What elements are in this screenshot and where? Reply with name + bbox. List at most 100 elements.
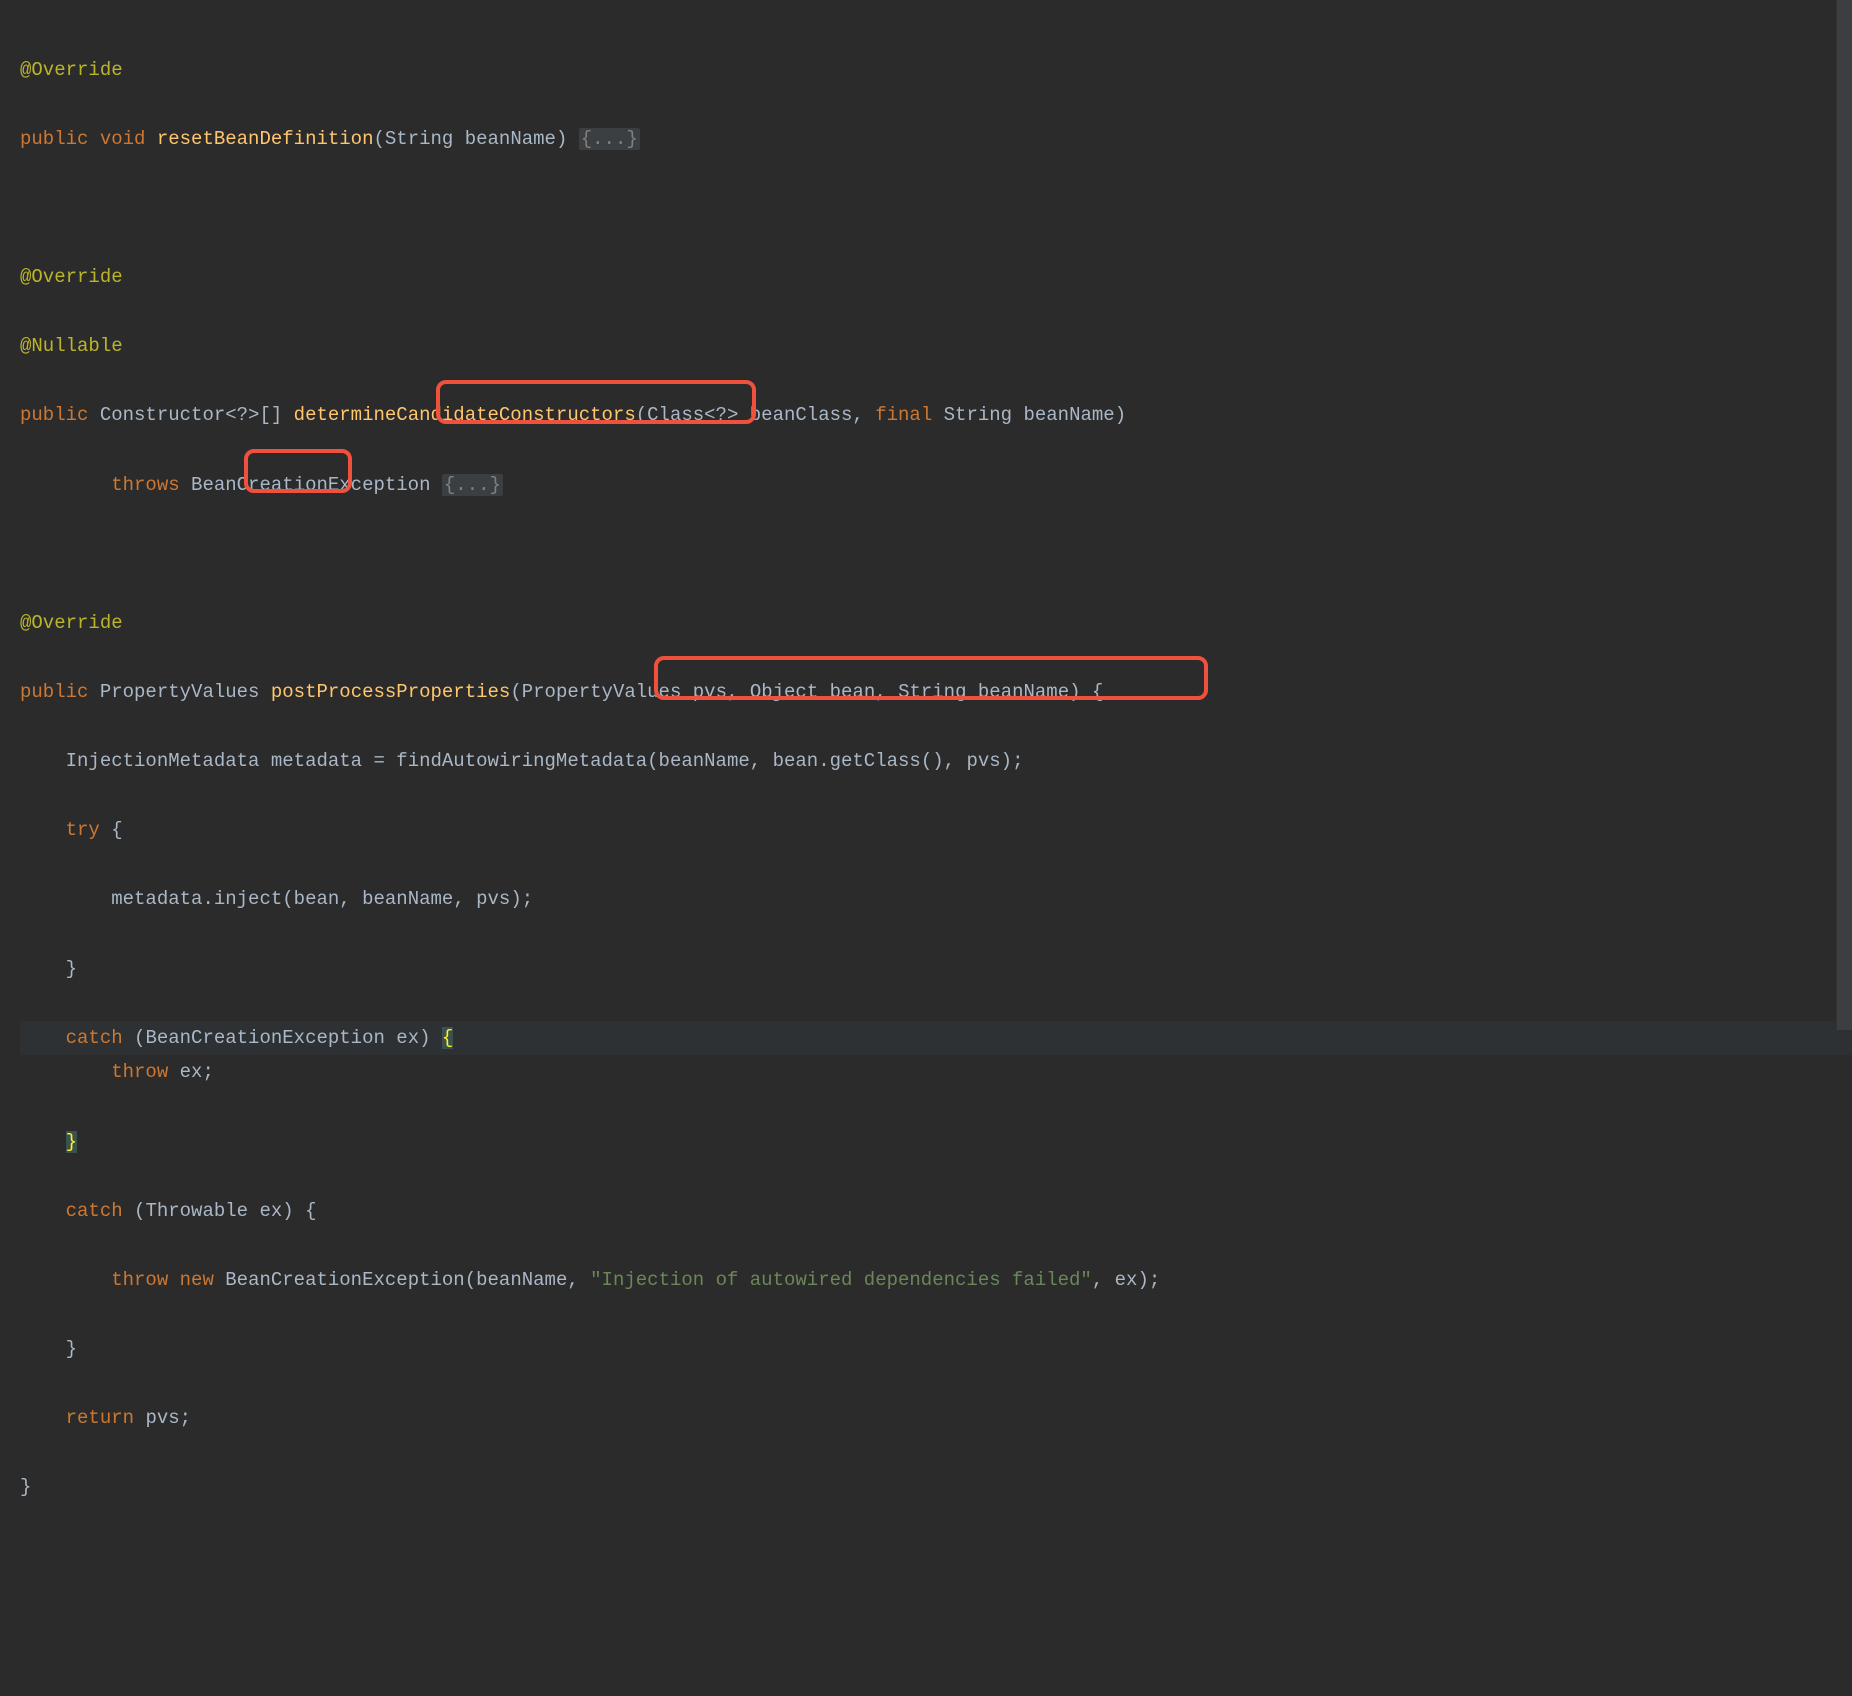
type-injectionmetadata: InjectionMetadata	[66, 750, 260, 772]
open-brace: {	[1092, 681, 1103, 703]
open-paren: (	[647, 750, 658, 772]
type-object: Object	[750, 681, 818, 703]
open-paren: (	[921, 750, 932, 772]
type-string: String	[944, 404, 1012, 426]
type-propertyvalues: PropertyValues	[100, 681, 260, 703]
method-postProcessProperties: postProcessProperties	[271, 681, 510, 703]
var-metadata: metadata	[111, 888, 202, 910]
semicolon: ;	[202, 1061, 213, 1083]
code-line: throws BeanCreationException {...}	[20, 468, 1852, 503]
string-literal: "Injection of autowired dependencies fai…	[590, 1269, 1092, 1291]
param-beanClass: beanClass	[750, 404, 853, 426]
method-resetBeanDefinition: resetBeanDefinition	[157, 128, 374, 150]
code-line: metadata.inject(bean, beanName, pvs);	[20, 882, 1852, 917]
matched-brace-close: }	[66, 1131, 77, 1153]
comma: ,	[875, 681, 898, 703]
var-pvs: pvs	[145, 1407, 179, 1429]
open-brace: {	[305, 1200, 316, 1222]
open-paren: (	[134, 1027, 145, 1049]
keyword-throw: throw	[111, 1061, 168, 1083]
code-line: throw ex;	[20, 1055, 1852, 1090]
param-ex: ex	[396, 1027, 419, 1049]
type-throwable: Throwable	[145, 1200, 248, 1222]
code-line: }	[20, 1125, 1852, 1160]
equals: =	[362, 750, 396, 772]
code-editor[interactable]: @Override public void resetBeanDefinitio…	[20, 18, 1852, 1678]
dot: .	[818, 750, 829, 772]
folded-block[interactable]: {...}	[579, 128, 640, 150]
type-constructor: Constructor	[100, 404, 225, 426]
open-paren: (	[465, 1269, 476, 1291]
param-pvs: pvs	[693, 681, 727, 703]
var-ex: ex	[180, 1061, 203, 1083]
arg-beanName: beanName	[476, 1269, 567, 1291]
close-paren: )	[1115, 404, 1126, 426]
code-line: @Override	[20, 53, 1852, 88]
var-metadata: metadata	[271, 750, 362, 772]
generic: <?>	[704, 404, 738, 426]
comma: ,	[852, 404, 875, 426]
code-line: public void resetBeanDefinition(String b…	[20, 122, 1852, 157]
param-bean: bean	[830, 681, 876, 703]
code-line: }	[20, 1470, 1852, 1505]
code-line: try {	[20, 813, 1852, 848]
keyword-new: new	[180, 1269, 214, 1291]
annotation-override: @Override	[20, 612, 123, 634]
code-line: InjectionMetadata metadata = findAutowir…	[20, 744, 1852, 779]
close-paren: )	[510, 888, 521, 910]
code-line: }	[20, 1332, 1852, 1367]
semicolon: ;	[522, 888, 533, 910]
arg-pvs: pvs	[966, 750, 1000, 772]
param-beanName: beanName	[465, 128, 556, 150]
keyword-public: public	[20, 681, 88, 703]
comma: ,	[750, 750, 773, 772]
keyword-void: void	[100, 128, 146, 150]
code-line: return pvs;	[20, 1401, 1852, 1436]
comma: ,	[727, 681, 750, 703]
open-paren: (	[282, 888, 293, 910]
semicolon: ;	[1012, 750, 1023, 772]
arg-beanName: beanName	[659, 750, 750, 772]
code-line: }	[20, 952, 1852, 987]
type-propertyvalues: PropertyValues	[522, 681, 682, 703]
close-paren: )	[932, 750, 943, 772]
method-determineCandidateConstructors: determineCandidateConstructors	[294, 404, 636, 426]
code-line: @Override	[20, 260, 1852, 295]
param-beanName: beanName	[978, 681, 1069, 703]
param-ex: ex	[259, 1200, 282, 1222]
arg-ex: ex	[1115, 1269, 1138, 1291]
keyword-public: public	[20, 404, 88, 426]
semicolon: ;	[1149, 1269, 1160, 1291]
comma: ,	[567, 1269, 590, 1291]
gutter-right	[1836, 0, 1852, 1030]
keyword-return: return	[66, 1407, 134, 1429]
code-line: public PropertyValues postProcessPropert…	[20, 675, 1852, 710]
generic-array: <?>[]	[225, 404, 282, 426]
keyword-final: final	[875, 404, 932, 426]
open-paren: (	[373, 128, 384, 150]
semicolon: ;	[180, 1407, 191, 1429]
keyword-try: try	[66, 819, 100, 841]
close-paren: )	[556, 128, 567, 150]
close-brace: }	[66, 958, 77, 980]
open-paren: (	[636, 404, 647, 426]
type-beancreationexception: BeanCreationException	[225, 1269, 464, 1291]
blank-line	[20, 191, 1852, 226]
keyword-catch: catch	[66, 1200, 123, 1222]
keyword-catch: catch	[66, 1027, 123, 1049]
call-findAutowiringMetadata: findAutowiringMetadata	[396, 750, 647, 772]
code-line: public Constructor<?>[] determineCandida…	[20, 398, 1852, 433]
call-getClass: getClass	[830, 750, 921, 772]
arg-beanName: beanName	[362, 888, 453, 910]
annotation-override: @Override	[20, 266, 123, 288]
blank-line	[20, 537, 1852, 572]
close-brace: }	[20, 1476, 31, 1498]
code-line: catch (Throwable ex) {	[20, 1194, 1852, 1229]
keyword-throw: throw	[111, 1269, 168, 1291]
close-paren: )	[1137, 1269, 1148, 1291]
comma: ,	[944, 750, 967, 772]
folded-block[interactable]: {...}	[442, 474, 503, 496]
type-string: String	[898, 681, 966, 703]
annotation-nullable: @Nullable	[20, 335, 123, 357]
param-beanName: beanName	[1023, 404, 1114, 426]
